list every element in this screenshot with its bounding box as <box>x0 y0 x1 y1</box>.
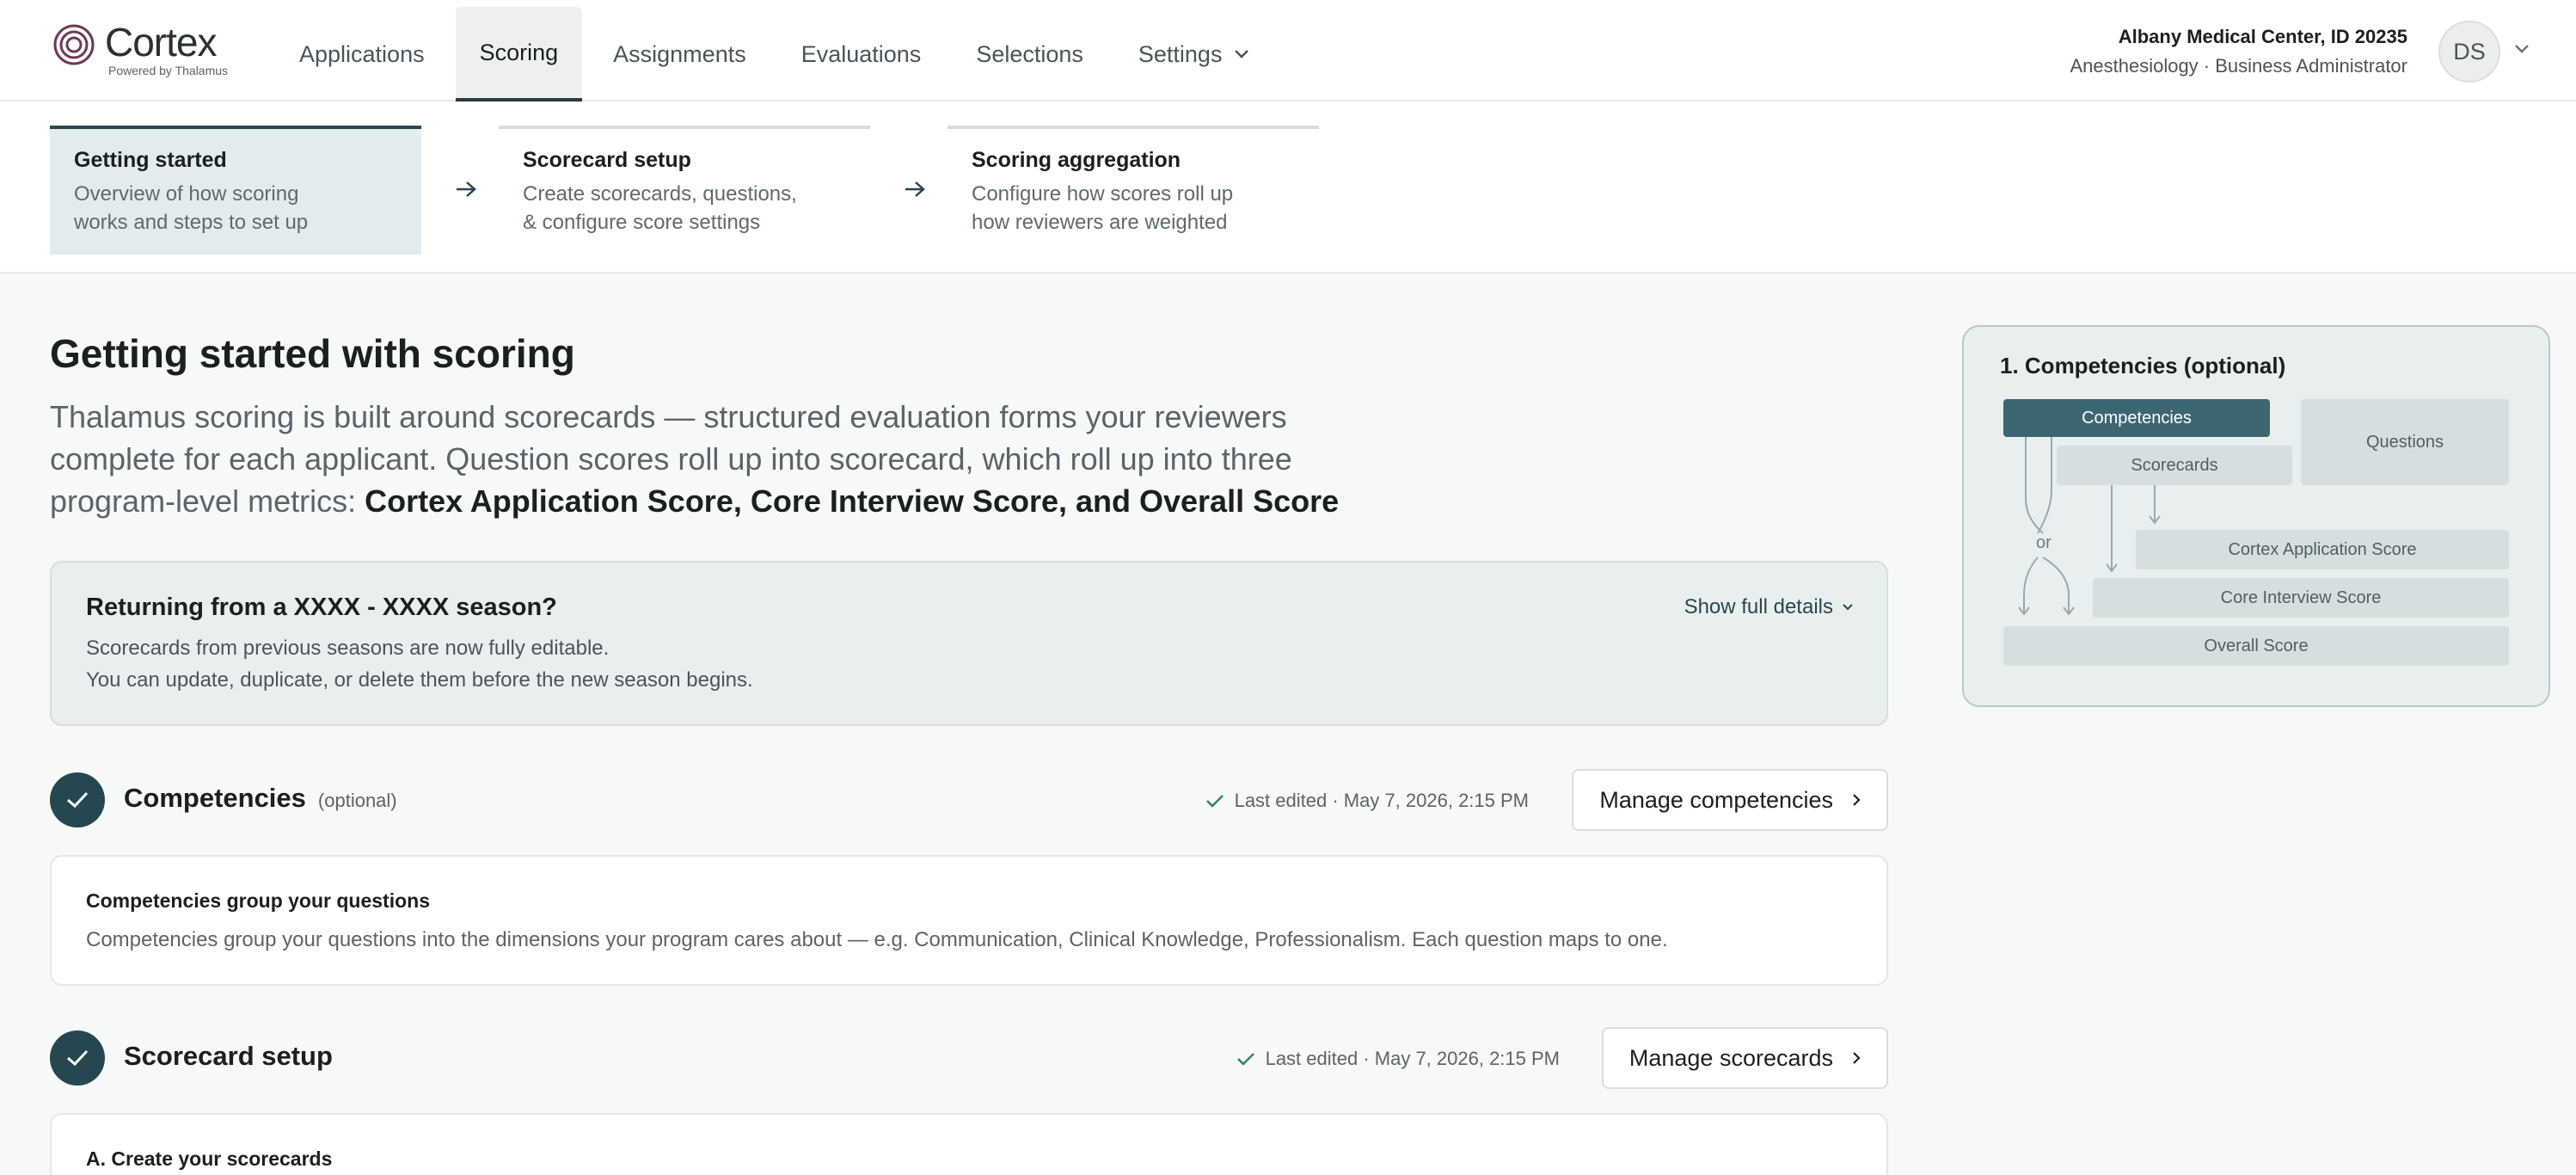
diagram-competencies-box: Competencies <box>2003 399 2270 437</box>
card-text: Competencies group your questions into t… <box>86 928 1668 951</box>
chevron-down-icon <box>1234 49 1249 59</box>
step-scorecard-setup[interactable]: Scorecard setup Create scorecards, quest… <box>499 126 870 255</box>
step-title: Getting started <box>74 148 227 172</box>
banner-title: Returning from a XXXX - XXXX season? <box>86 594 557 621</box>
scorecard-info-card: A. Create your scorecards <box>50 1113 1888 1175</box>
diagram-cortex-score-box: Cortex Application Score <box>2136 530 2509 569</box>
banner-line: Scorecards from previous seasons are now… <box>86 637 610 660</box>
diagram-title: 1. Competencies (optional) <box>2000 353 2286 378</box>
arrow-right-icon <box>903 179 927 204</box>
step-description: Overview of how scoring works and steps … <box>74 182 309 234</box>
manage-competencies-button[interactable]: Manage competencies <box>1572 769 1888 831</box>
last-edited: Last edited · May 7, 2026, 2:15 PM <box>1205 790 1529 812</box>
account-chevron-down-icon[interactable] <box>2514 43 2530 58</box>
show-full-details-link[interactable]: Show full details <box>1684 595 1854 619</box>
card-title: A. Create your scorecards <box>86 1147 333 1170</box>
nav-scoring[interactable]: Scoring <box>455 7 583 102</box>
page-title: Getting started with scoring <box>50 331 575 376</box>
organization-info: Albany Medical Center, ID 20235 Anesthes… <box>2070 26 2407 77</box>
scoring-stepper: Getting started Overview of how scoring … <box>0 102 2576 274</box>
main-nav: Applications Scoring Assignments Evaluat… <box>275 7 1280 102</box>
scoring-structure-diagram: 1. Competencies (optional) Competencies … <box>1962 325 2550 707</box>
completed-check-icon <box>50 772 105 827</box>
competencies-info-card: Competencies group your questions Compet… <box>50 855 1888 986</box>
competencies-section-header: Competencies (optional) Last edited · May… <box>50 769 1888 833</box>
nav-evaluations-label: Evaluations <box>800 40 922 67</box>
show-full-details-label: Show full details <box>1684 595 1833 618</box>
cortex-logo[interactable]: Cortex Powered by Thalamus <box>52 22 228 77</box>
nav-settings[interactable]: Settings <box>1114 7 1274 102</box>
chevron-right-icon <box>1852 1051 1861 1065</box>
chevron-right-icon <box>1852 793 1861 807</box>
competencies-title: Competencies <box>124 783 306 813</box>
arrow-right-icon <box>454 179 478 204</box>
diagram-questions-box: Questions <box>2301 399 2509 485</box>
scorecard-setup-title: Scorecard setup <box>124 1041 333 1071</box>
intro-metrics: Cortex Application Score, Core Interview… <box>365 483 1340 519</box>
step-scoring-aggregation[interactable]: Scoring aggregation Configure how scores… <box>948 126 1319 255</box>
diagram-interview-score-box: Core Interview Score <box>2093 578 2509 618</box>
last-edited-text: Last edited · May 7, 2026, 2:15 PM <box>1234 790 1529 811</box>
step-description: Configure how scores roll up how reviewe… <box>972 182 1234 234</box>
step-title: Scorecard setup <box>523 148 691 172</box>
card-title: Competencies group your questions <box>86 889 430 912</box>
section-title: Competencies (optional) <box>124 783 397 814</box>
app-tagline: Powered by Thalamus <box>108 64 229 77</box>
diagram-scorecards-box: Scorecards <box>2057 446 2292 485</box>
manage-scorecards-button[interactable]: Manage scorecards <box>1601 1027 1888 1089</box>
cortex-logo-icon <box>53 24 95 65</box>
nav-applications-label: Applications <box>299 40 425 67</box>
step-title: Scoring aggregation <box>972 148 1181 172</box>
success-check-icon <box>1236 1053 1254 1066</box>
banner-line: You can update, duplicate, or delete the… <box>86 668 753 692</box>
diagram-or-label: or <box>2036 533 2052 552</box>
organization-name: Albany Medical Center, ID 20235 <box>2118 26 2407 47</box>
manage-competencies-label: Manage competencies <box>1599 786 1833 813</box>
nav-assignments-label: Assignments <box>613 40 746 67</box>
last-edited: Last edited · May 7, 2026, 2:15 PM <box>1236 1048 1560 1070</box>
nav-evaluations[interactable]: Evaluations <box>777 7 946 102</box>
returning-season-banner: Returning from a XXXX - XXXX season? Sco… <box>50 561 1888 726</box>
last-edited-text: Last edited · May 7, 2026, 2:15 PM <box>1265 1048 1560 1069</box>
top-navigation-bar: Cortex Powered by Thalamus Applications … <box>0 0 2576 102</box>
completed-check-icon <box>50 1030 105 1086</box>
nav-settings-label: Settings <box>1138 40 1223 67</box>
optional-label: (optional) <box>317 790 397 811</box>
diagram-overall-score-box: Overall Score <box>2003 626 2509 666</box>
intro-paragraph: Thalamus scoring is built around scoreca… <box>50 396 1340 522</box>
step-description: Create scorecards, questions, & configur… <box>523 182 797 234</box>
nav-applications[interactable]: Applications <box>275 7 449 102</box>
manage-scorecards-label: Manage scorecards <box>1628 1044 1833 1071</box>
nav-selections-label: Selections <box>976 40 1083 67</box>
nav-selections[interactable]: Selections <box>952 7 1107 102</box>
nav-scoring-label: Scoring <box>479 39 559 65</box>
success-check-icon <box>1205 795 1224 808</box>
banner-text: Scorecards from previous seasons are now… <box>86 632 1852 696</box>
chevron-down-icon <box>1842 603 1854 612</box>
nav-assignments[interactable]: Assignments <box>589 7 770 102</box>
step-getting-started[interactable]: Getting started Overview of how scoring … <box>50 126 421 255</box>
app-name: Cortex <box>105 20 217 65</box>
scorecard-section-header: Scorecard setup Last edited · May 7, 202… <box>50 1027 1888 1091</box>
user-role: Anesthesiology · Business Administrator <box>2070 55 2407 77</box>
user-avatar[interactable]: DS <box>2438 21 2500 83</box>
